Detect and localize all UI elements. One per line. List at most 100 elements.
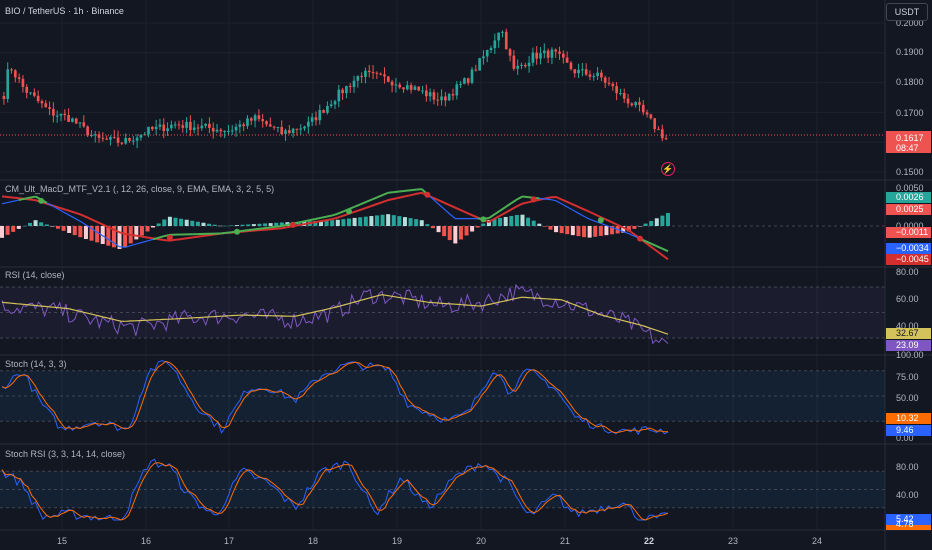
macd-bull-segment [399,189,406,193]
candle-body [13,70,17,78]
candle-body [493,40,497,49]
candle-body [463,78,466,84]
candle-body [265,121,268,125]
candle-body [550,49,554,58]
macd-histogram-bar [425,224,430,226]
macd-histogram-bar [559,226,564,234]
macd-histogram-bar [436,226,441,233]
stoch-rsi-indicator-title[interactable]: Stoch RSI (3, 3, 14, 14, close) [5,449,125,459]
currency-button[interactable]: USDT [886,3,928,21]
macd-bull-segment [304,219,311,223]
candle-body [360,76,363,78]
candle-body [641,104,645,113]
macd-indicator-title[interactable]: CM_Ult_MacD_MTF_V2.1 (, 12, 26, close, 9… [5,184,274,194]
candle-body [268,124,272,127]
macd-histogram-bar [419,220,424,226]
macd-value-tag: −0.0034 [896,243,929,253]
candle-body [482,56,485,59]
candle-body [246,118,249,127]
candle-body [181,125,185,128]
time-tick-label: 17 [224,536,234,546]
candle-body [630,103,634,106]
candle-body [303,126,306,129]
macd-histogram-bar [173,217,178,226]
macd-histogram-bar [369,216,374,226]
macd-histogram-bar [408,218,413,226]
candle-body [287,130,291,134]
macd-histogram-bar [123,226,128,248]
macd-histogram-bar [156,223,161,226]
macd-histogram-bar [61,226,66,231]
candle-body [348,86,352,88]
macd-histogram-bar [235,225,240,226]
candle-body [341,89,344,94]
trading-chart[interactable]: 0.20000.19000.18000.17000.16000.15000.00… [0,0,932,550]
candle-body [307,121,310,127]
candle-body [428,92,432,97]
candle-body [459,83,462,85]
stoch-indicator-title[interactable]: Stoch (14, 3, 3) [5,359,67,369]
candle-body [48,107,51,109]
macd-cross-dot [345,208,352,215]
macd-histogram-bar [39,222,44,226]
macd-histogram-bar [526,217,531,226]
macd-histogram-bar [16,226,21,229]
candle-body [497,32,500,41]
macd-bull-segment [259,227,266,230]
candle-body [558,51,561,54]
candle-body [322,110,325,113]
symbol-title[interactable]: BIO / TetherUS · 1h · Binance [5,6,124,16]
candle-body [508,49,512,56]
candle-body [657,129,660,131]
macd-histogram-bar [470,226,475,232]
candle-body [611,83,615,87]
macd-bull-segment [326,214,333,218]
candle-body [432,92,436,100]
candle-body [554,49,558,52]
macd-histogram-bar [72,226,77,236]
macd-histogram-bar [229,225,234,226]
candle-body [59,113,63,116]
price-tick-label: 0.1500 [896,167,924,177]
rsi-indicator-title[interactable]: RSI (14, close) [5,270,65,280]
macd-histogram-bar [458,226,463,240]
candle-body [531,52,535,63]
macd-histogram-bar [649,220,654,226]
candle-body [162,124,166,132]
macd-cross-dot [480,216,487,223]
candle-body [596,72,599,77]
candle-body [588,74,592,77]
macd-histogram-bar [11,226,16,232]
macd-cross-dot [424,191,431,198]
macd-histogram-bar [531,220,536,226]
candle-body [253,115,257,121]
macd-histogram-bar [514,214,519,226]
candle-body [227,130,230,132]
macd-histogram-bar [268,223,273,226]
macd-histogram-bar [587,226,592,238]
lightning-icon[interactable]: ⚡ [661,162,675,176]
candle-body [478,58,481,71]
rsi-pane[interactable] [0,283,885,345]
candle-body [356,76,360,81]
candle-body [230,130,234,132]
candle-body [402,87,405,90]
candle-body [310,117,314,122]
price-tick-label: 0.1900 [896,47,924,57]
macd-histogram-bar [565,226,570,235]
candle-body [345,86,348,94]
time-tick-label: 22 [644,536,654,546]
stoch-tick-label: 100.00 [896,350,924,360]
candle-body [71,118,74,122]
candle-body [398,84,402,88]
macd-cross-dot [166,234,173,241]
macd-histogram-bar [78,226,83,238]
candle-body [417,86,421,91]
macd-histogram-bar [246,224,251,226]
candle-body [615,86,618,94]
macd-bull-segment [404,189,411,192]
macd-bull-segment [242,229,249,232]
macd-histogram-bar [151,226,156,228]
candle-body [542,50,546,54]
macd-bull-segment [253,227,260,231]
